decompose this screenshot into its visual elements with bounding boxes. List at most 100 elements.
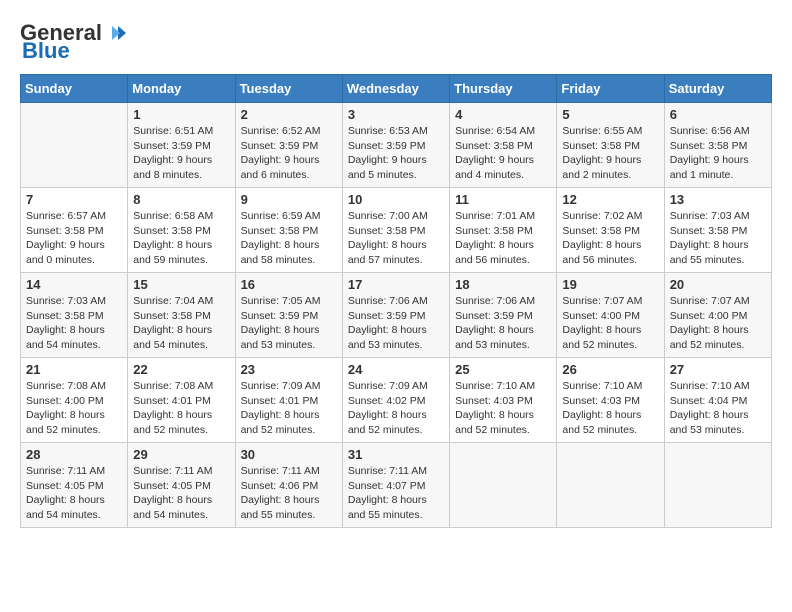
calendar-cell: 6 Sunrise: 6:56 AM Sunset: 3:58 PM Daylig…	[664, 103, 771, 188]
calendar-cell: 10Sunrise: 7:00 AM Sunset: 3:58 PM Dayli…	[342, 188, 449, 273]
page-header: General Blue	[20, 20, 772, 64]
day-info: Sunrise: 7:02 AM Sunset: 3:58 PM Dayligh…	[562, 209, 658, 268]
day-number: 30	[241, 447, 337, 462]
week-row-2: 7 Sunrise: 6:57 AM Sunset: 3:58 PM Daylig…	[21, 188, 772, 273]
week-row-4: 21 Sunrise: 7:08 AM Sunset: 4:00 PM Dayli…	[21, 358, 772, 443]
calendar-cell: 16 Sunrise: 7:05 AM Sunset: 3:59 PM Dayli…	[235, 273, 342, 358]
day-info: Sunrise: 7:11 AM Sunset: 4:07 PM Dayligh…	[348, 464, 444, 523]
calendar-cell: 30 Sunrise: 7:11 AM Sunset: 4:06 PM Dayli…	[235, 443, 342, 528]
calendar-cell: 13 Sunrise: 7:03 AM Sunset: 3:58 PM Dayli…	[664, 188, 771, 273]
calendar-cell: 12 Sunrise: 7:02 AM Sunset: 3:58 PM Dayli…	[557, 188, 664, 273]
calendar-cell: 8 Sunrise: 6:58 AM Sunset: 3:58 PM Daylig…	[128, 188, 235, 273]
calendar-cell: 18Sunrise: 7:06 AM Sunset: 3:59 PM Dayli…	[450, 273, 557, 358]
day-info: Sunrise: 7:09 AM Sunset: 4:02 PM Dayligh…	[348, 379, 444, 438]
calendar-table: SundayMondayTuesdayWednesdayThursdayFrid…	[20, 74, 772, 528]
day-header-monday: Monday	[128, 75, 235, 103]
day-number: 13	[670, 192, 766, 207]
day-info: Sunrise: 7:07 AM Sunset: 4:00 PM Dayligh…	[562, 294, 658, 353]
day-info: Sunrise: 6:59 AM Sunset: 3:58 PM Dayligh…	[241, 209, 337, 268]
calendar-cell	[664, 443, 771, 528]
day-info: Sunrise: 6:56 AM Sunset: 3:58 PM Dayligh…	[670, 124, 766, 183]
day-number: 19	[562, 277, 658, 292]
week-row-1: 1 Sunrise: 6:51 AM Sunset: 3:59 PM Daylig…	[21, 103, 772, 188]
day-header-friday: Friday	[557, 75, 664, 103]
day-header-sunday: Sunday	[21, 75, 128, 103]
calendar-cell: 21 Sunrise: 7:08 AM Sunset: 4:00 PM Dayli…	[21, 358, 128, 443]
day-info: Sunrise: 7:11 AM Sunset: 4:06 PM Dayligh…	[241, 464, 337, 523]
calendar-cell: 20 Sunrise: 7:07 AM Sunset: 4:00 PM Dayli…	[664, 273, 771, 358]
day-number: 26	[562, 362, 658, 377]
day-info: Sunrise: 7:08 AM Sunset: 4:00 PM Dayligh…	[26, 379, 122, 438]
day-number: 2	[241, 107, 337, 122]
day-number: 12	[562, 192, 658, 207]
day-header-wednesday: Wednesday	[342, 75, 449, 103]
week-row-5: 28 Sunrise: 7:11 AM Sunset: 4:05 PM Dayli…	[21, 443, 772, 528]
calendar-cell	[557, 443, 664, 528]
day-number: 9	[241, 192, 337, 207]
day-number: 21	[26, 362, 122, 377]
calendar-cell: 17 Sunrise: 7:06 AM Sunset: 3:59 PM Dayli…	[342, 273, 449, 358]
day-info: Sunrise: 7:03 AM Sunset: 3:58 PM Dayligh…	[670, 209, 766, 268]
day-info: Sunrise: 7:07 AM Sunset: 4:00 PM Dayligh…	[670, 294, 766, 353]
calendar-cell: 19 Sunrise: 7:07 AM Sunset: 4:00 PM Dayli…	[557, 273, 664, 358]
day-number: 15	[133, 277, 229, 292]
calendar-cell: 5 Sunrise: 6:55 AM Sunset: 3:58 PM Daylig…	[557, 103, 664, 188]
logo-blue: Blue	[20, 38, 70, 64]
calendar-cell: 9 Sunrise: 6:59 AM Sunset: 3:58 PM Daylig…	[235, 188, 342, 273]
day-number: 6	[670, 107, 766, 122]
logo: General Blue	[20, 20, 126, 64]
day-number: 1	[133, 107, 229, 122]
day-number: 16	[241, 277, 337, 292]
day-info: Sunrise: 7:10 AM Sunset: 4:04 PM Dayligh…	[670, 379, 766, 438]
day-info: Sunrise: 7:11 AM Sunset: 4:05 PM Dayligh…	[26, 464, 122, 523]
day-info: Sunrise: 6:54 AM Sunset: 3:58 PM Dayligh…	[455, 124, 551, 183]
day-number: 5	[562, 107, 658, 122]
day-number: 23	[241, 362, 337, 377]
day-number: 29	[133, 447, 229, 462]
day-number: 25	[455, 362, 551, 377]
calendar-cell: 26 Sunrise: 7:10 AM Sunset: 4:03 PM Dayli…	[557, 358, 664, 443]
calendar-cell	[21, 103, 128, 188]
day-number: 7	[26, 192, 122, 207]
day-info: Sunrise: 6:53 AM Sunset: 3:59 PM Dayligh…	[348, 124, 444, 183]
calendar-cell: 27 Sunrise: 7:10 AM Sunset: 4:04 PM Dayli…	[664, 358, 771, 443]
calendar-cell: 25 Sunrise: 7:10 AM Sunset: 4:03 PM Dayli…	[450, 358, 557, 443]
day-info: Sunrise: 7:04 AM Sunset: 3:58 PM Dayligh…	[133, 294, 229, 353]
day-info: Sunrise: 6:58 AM Sunset: 3:58 PM Dayligh…	[133, 209, 229, 268]
logo-icon	[104, 22, 126, 44]
day-number: 14	[26, 277, 122, 292]
day-number: 22	[133, 362, 229, 377]
day-number: 17	[348, 277, 444, 292]
day-info: Sunrise: 6:57 AM Sunset: 3:58 PM Dayligh…	[26, 209, 122, 268]
day-info: Sunrise: 6:51 AM Sunset: 3:59 PM Dayligh…	[133, 124, 229, 183]
day-info: Sunrise: 7:05 AM Sunset: 3:59 PM Dayligh…	[241, 294, 337, 353]
day-number: 31	[348, 447, 444, 462]
day-number: 8	[133, 192, 229, 207]
day-info: Sunrise: 7:10 AM Sunset: 4:03 PM Dayligh…	[455, 379, 551, 438]
day-info: Sunrise: 7:03 AM Sunset: 3:58 PM Dayligh…	[26, 294, 122, 353]
day-number: 18	[455, 277, 551, 292]
calendar-cell: 31 Sunrise: 7:11 AM Sunset: 4:07 PM Dayli…	[342, 443, 449, 528]
day-number: 3	[348, 107, 444, 122]
day-number: 28	[26, 447, 122, 462]
day-info: Sunrise: 7:10 AM Sunset: 4:03 PM Dayligh…	[562, 379, 658, 438]
day-info: Sunrise: 7:09 AM Sunset: 4:01 PM Dayligh…	[241, 379, 337, 438]
calendar-cell: 14 Sunrise: 7:03 AM Sunset: 3:58 PM Dayli…	[21, 273, 128, 358]
calendar-cell: 24Sunrise: 7:09 AM Sunset: 4:02 PM Dayli…	[342, 358, 449, 443]
day-info: Sunrise: 6:55 AM Sunset: 3:58 PM Dayligh…	[562, 124, 658, 183]
day-info: Sunrise: 7:01 AM Sunset: 3:58 PM Dayligh…	[455, 209, 551, 268]
calendar-cell: 2Sunrise: 6:52 AM Sunset: 3:59 PM Daylig…	[235, 103, 342, 188]
calendar-cell: 22 Sunrise: 7:08 AM Sunset: 4:01 PM Dayli…	[128, 358, 235, 443]
day-number: 20	[670, 277, 766, 292]
week-row-3: 14 Sunrise: 7:03 AM Sunset: 3:58 PM Dayli…	[21, 273, 772, 358]
day-info: Sunrise: 7:06 AM Sunset: 3:59 PM Dayligh…	[348, 294, 444, 353]
calendar-body: 1 Sunrise: 6:51 AM Sunset: 3:59 PM Daylig…	[21, 103, 772, 528]
day-number: 27	[670, 362, 766, 377]
day-info: Sunrise: 7:08 AM Sunset: 4:01 PM Dayligh…	[133, 379, 229, 438]
calendar-cell: 1 Sunrise: 6:51 AM Sunset: 3:59 PM Daylig…	[128, 103, 235, 188]
calendar-cell: 7 Sunrise: 6:57 AM Sunset: 3:58 PM Daylig…	[21, 188, 128, 273]
calendar-cell: 15 Sunrise: 7:04 AM Sunset: 3:58 PM Dayli…	[128, 273, 235, 358]
day-header-tuesday: Tuesday	[235, 75, 342, 103]
calendar-cell: 3 Sunrise: 6:53 AM Sunset: 3:59 PM Daylig…	[342, 103, 449, 188]
calendar-cell: 11Sunrise: 7:01 AM Sunset: 3:58 PM Dayli…	[450, 188, 557, 273]
